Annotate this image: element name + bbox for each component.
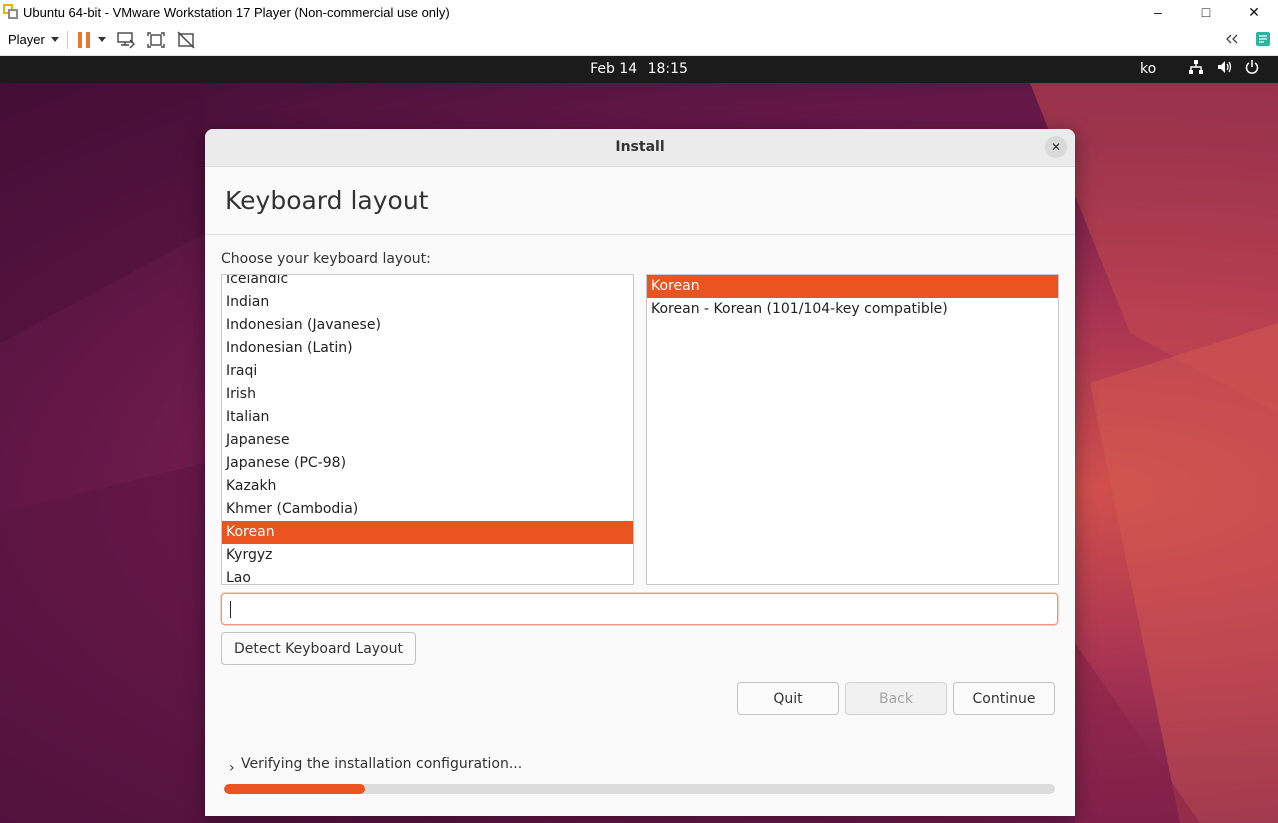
ubuntu-top-bar: Feb 14 18:15 ko [0, 56, 1278, 83]
vmware-window-title: Ubuntu 64-bit - VMware Workstation 17 Pl… [23, 4, 450, 20]
pause-icon[interactable] [77, 31, 90, 48]
unity-mode-icon[interactable] [176, 30, 196, 50]
page-title: Keyboard layout [225, 186, 429, 215]
text-caret [230, 601, 231, 618]
layout-list[interactable]: Icelandic Indian Indonesian (Javanese) Indo… [221, 274, 634, 585]
installer-title: Install [615, 139, 665, 155]
notes-icon[interactable] [1254, 30, 1272, 51]
close-window-button[interactable]: ✕ [1230, 0, 1278, 24]
window-controls: – □ ✕ [1134, 0, 1278, 24]
layout-list-item[interactable]: Khmer (Cambodia) [222, 498, 633, 521]
send-ctrl-alt-del-icon[interactable] [116, 30, 136, 50]
power-icon [1244, 59, 1260, 79]
quit-button[interactable]: Quit [737, 682, 839, 715]
fullscreen-icon[interactable] [146, 30, 166, 50]
chevron-right-icon[interactable]: › [229, 760, 235, 776]
layout-list-item[interactable]: Indonesian (Javanese) [222, 314, 633, 337]
back-button[interactable]: Back [845, 682, 947, 715]
layout-list-item[interactable]: Indian [222, 291, 633, 314]
system-tray[interactable] [1188, 59, 1260, 79]
vmware-toolbar: Player [0, 24, 1278, 56]
collapse-toolbar-icon[interactable] [1224, 33, 1240, 48]
clock-time: 18:15 [647, 61, 688, 77]
player-menu-label: Player [8, 32, 45, 47]
volume-icon [1216, 59, 1232, 79]
layout-list-item[interactable]: Icelandic [222, 275, 633, 291]
installer-window: Install ✕ Keyboard layout Choose your ke… [205, 129, 1075, 816]
detect-keyboard-layout-button[interactable]: Detect Keyboard Layout [221, 632, 416, 665]
variant-list[interactable]: Korean Korean - Korean (101/104-key compa… [646, 274, 1059, 585]
variant-list-item[interactable]: Korean [647, 275, 1058, 298]
close-icon[interactable]: ✕ [1045, 136, 1067, 158]
progress-bar-fill [224, 784, 366, 794]
input-language-indicator[interactable]: ko [1140, 61, 1156, 77]
layout-list-item[interactable]: Iraqi [222, 360, 633, 383]
clock[interactable]: Feb 14 18:15 [0, 61, 1278, 77]
pause-dropdown-icon[interactable] [97, 37, 106, 42]
layout-prompt-label: Choose your keyboard layout: [221, 251, 431, 267]
progress-bar [224, 784, 1055, 794]
continue-button[interactable]: Continue [953, 682, 1055, 715]
keyboard-test-input[interactable] [221, 593, 1058, 625]
divider [205, 234, 1075, 235]
vmware-title-bar: Ubuntu 64-bit - VMware Workstation 17 Pl… [0, 0, 1278, 24]
installer-header: Install ✕ [205, 129, 1075, 167]
chevron-down-icon [50, 37, 59, 42]
layout-list-item[interactable]: Lao [222, 567, 633, 584]
clock-date: Feb 14 [590, 61, 638, 77]
player-menu-button[interactable]: Player [8, 32, 59, 47]
minimize-button[interactable]: – [1134, 0, 1182, 24]
layout-list-item[interactable]: Korean [222, 521, 633, 544]
variant-list-item[interactable]: Korean - Korean (101/104-key compatible) [647, 298, 1058, 321]
vmware-logo-icon [3, 4, 19, 20]
layout-list-item[interactable]: Japanese (PC-98) [222, 452, 633, 475]
status-text: Verifying the installation configuration… [241, 756, 523, 772]
layout-list-item[interactable]: Kazakh [222, 475, 633, 498]
layout-list-item[interactable]: Japanese [222, 429, 633, 452]
layout-list-item[interactable]: Italian [222, 406, 633, 429]
network-icon [1188, 59, 1204, 79]
toolbar-divider [66, 30, 68, 49]
maximize-button[interactable]: □ [1182, 0, 1230, 24]
layout-list-item[interactable]: Irish [222, 383, 633, 406]
layout-list-item[interactable]: Kyrgyz [222, 544, 633, 567]
layout-list-item[interactable]: Indonesian (Latin) [222, 337, 633, 360]
